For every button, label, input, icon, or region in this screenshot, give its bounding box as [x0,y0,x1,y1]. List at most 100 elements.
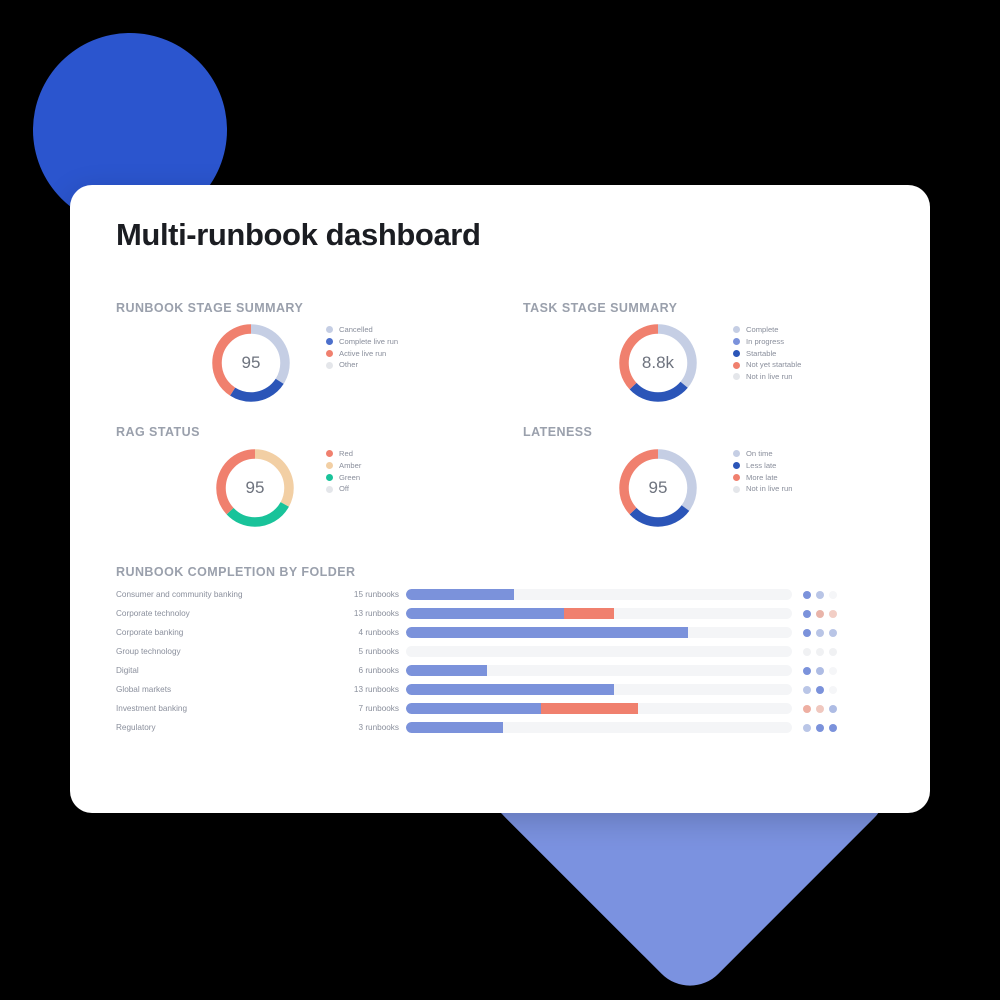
status-dot[interactable] [816,647,824,656]
donut-chart: 8.8k [616,321,700,405]
donut-lateness[interactable]: 95 [616,446,700,530]
bar-folder-label: Digital [116,666,139,675]
legend-color-swatch [326,450,333,458]
status-dot[interactable] [829,704,837,713]
donut-rag-status[interactable]: 95 [213,446,297,530]
legend-item[interactable]: Green [326,472,361,482]
status-dot[interactable] [829,647,837,656]
status-dot[interactable] [816,609,824,618]
donut-task-stage[interactable]: 8.8k [616,321,700,405]
status-dot[interactable] [816,628,824,637]
legend-item[interactable]: Amber [326,462,361,470]
legend-label: Complete [746,325,779,334]
legend-color-swatch [733,462,740,470]
legend-item[interactable]: Not in live run [733,373,801,381]
legend-item[interactable]: Startable [733,349,801,358]
status-dot[interactable] [803,590,811,599]
legend-color-swatch [326,326,333,334]
legend-lateness: On time Less late More late Not in live run [733,450,792,493]
legend-label: Not in live run [746,372,793,382]
donut-runbook-stage[interactable]: 95 [209,321,293,405]
bar-track [406,608,792,619]
bar-row[interactable]: Global markets 13 runbooks [116,680,886,699]
status-dot[interactable] [829,666,837,675]
legend-color-swatch [733,338,740,346]
completion-bar-chart: Consumer and community banking 15 runbook… [116,585,886,737]
legend-label: Green [339,472,361,482]
status-dot[interactable] [803,723,811,732]
status-dot[interactable] [829,628,837,637]
legend-item[interactable]: Complete live run [326,338,398,346]
donut-chart: 95 [213,446,297,530]
bar-status-dots [792,609,837,618]
bar-segment [406,684,615,695]
legend-item[interactable]: Off [326,485,361,493]
bar-folder-label: Consumer and community banking [116,590,243,599]
status-dot[interactable] [816,723,824,732]
legend-item[interactable]: Complete [733,326,801,334]
legend-item[interactable]: On time [733,450,792,458]
legend-item[interactable]: Other [326,361,398,369]
bar-status-dots [792,647,837,656]
dashboard-card: Multi-runbook dashboard RUNBOOK STAGE SU… [70,185,930,813]
status-dot[interactable] [816,685,824,694]
legend-item[interactable]: Not yet startable [733,361,801,369]
bar-folder-label: Group technology [116,647,181,656]
bar-row[interactable]: Investment banking 7 runbooks [116,699,886,718]
status-dot[interactable] [829,723,837,732]
donut-center-value: 95 [648,478,668,497]
legend-item[interactable]: In progress [733,338,801,346]
status-dot[interactable] [803,647,811,656]
legend-label: Cancelled [339,325,373,334]
legend-color-swatch [326,485,333,493]
status-dot[interactable] [829,685,837,694]
status-dot[interactable] [829,609,837,618]
legend-rag-status: Red Amber Green Off [326,450,361,493]
bar-track [406,684,792,695]
bar-count-label: 7 runbooks [358,704,399,713]
bar-row[interactable]: Corporate banking 4 runbooks [116,623,886,642]
status-dot[interactable] [816,666,824,675]
legend-item[interactable]: Active live run [326,348,398,358]
legend-label: Off [339,484,349,494]
bar-count-label: 4 runbooks [358,628,399,637]
bar-segment [541,703,638,714]
status-dot[interactable] [803,704,811,713]
legend-label: Other [339,360,358,370]
legend-color-swatch [326,338,333,346]
status-dot[interactable] [816,590,824,599]
bar-row[interactable]: Consumer and community banking 15 runbook… [116,585,886,604]
bar-row[interactable]: Digital 6 runbooks [116,661,886,680]
bar-track [406,627,792,638]
bar-status-dots [792,704,837,713]
status-dot[interactable] [816,704,824,713]
status-dot[interactable] [803,666,811,675]
section-heading-rag-status: RAG STATUS [116,425,200,439]
dashboard-illustration: Multi-runbook dashboard RUNBOOK STAGE SU… [0,0,1000,1000]
bar-count-label: 5 runbooks [358,647,399,656]
legend-item[interactable]: Not in live run [733,485,792,493]
bar-segment [406,703,542,714]
legend-label: Active live run [339,348,387,358]
legend-label: In progress [746,336,784,346]
bar-status-dots [792,666,837,675]
legend-item[interactable]: More late [733,473,792,482]
bar-row[interactable]: Regulatory 3 runbooks [116,718,886,737]
legend-color-swatch [733,485,740,493]
legend-task-stage: Complete In progress Startable Not yet star… [733,326,801,381]
status-dot[interactable] [829,590,837,599]
status-dot[interactable] [803,685,811,694]
section-heading-lateness: LATENESS [523,425,593,439]
bar-row[interactable]: Group technology 5 runbooks [116,642,886,661]
bar-status-dots [792,685,837,694]
bar-row[interactable]: Corporate technoloy 13 runbooks [116,604,886,623]
status-dot[interactable] [803,609,811,618]
legend-label: Amber [339,460,362,470]
status-dot[interactable] [803,628,811,637]
donut-center-value: 8.8k [641,353,675,372]
legend-item[interactable]: Red [326,450,361,458]
section-heading-task-stage: TASK STAGE SUMMARY [523,301,678,315]
bar-folder-label: Global markets [116,685,172,694]
legend-item[interactable]: Cancelled [326,326,398,334]
legend-item[interactable]: Less late [733,462,792,470]
